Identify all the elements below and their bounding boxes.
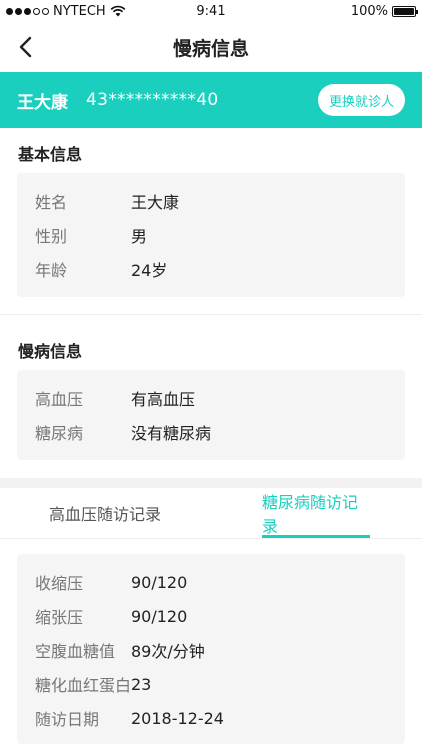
info-label: 性别 <box>35 227 68 246</box>
followup-value: 2018-12-24 <box>131 708 224 728</box>
followup-label: 收缩压 <box>35 574 84 593</box>
status-right: 100% <box>350 3 418 19</box>
info-label: 高血压 <box>35 390 84 409</box>
followup-label: 随访日期 <box>35 710 100 729</box>
status-bar: NYTECH 9:41 100% <box>0 0 422 22</box>
info-row: 糖尿病 没有糖尿病 <box>35 415 405 449</box>
section-divider <box>0 314 422 315</box>
switch-patient-button[interactable]: 更换就诊人 <box>317 84 405 116</box>
signal-dot <box>42 7 49 15</box>
followup-row: 随访日期 2018-12-24 <box>35 701 405 735</box>
followup-value: 90/120 <box>131 606 188 626</box>
signal-dot <box>6 7 13 15</box>
chronic-info-title: 慢病信息 <box>18 342 83 361</box>
followup-row: 缩张压 90/120 <box>35 599 405 633</box>
patient-id: 43**********40 <box>86 90 219 110</box>
carrier-name: NYTECH <box>53 3 106 19</box>
info-row: 性别 男 <box>35 218 405 252</box>
tab-label: 高血压随访记录 <box>48 505 161 524</box>
patient-name: 王大康 <box>17 92 68 113</box>
followup-value: 90/120 <box>131 572 188 592</box>
tabs-divider <box>0 538 422 539</box>
info-row: 姓名 王大康 <box>35 184 405 218</box>
followup-row: 糖化血红蛋白 23 <box>35 667 405 701</box>
section-divider-thick <box>0 478 422 488</box>
info-row: 高血压 有高血压 <box>35 381 405 415</box>
followup-tabs: 高血压随访记录 糖尿病随访记录 <box>0 488 422 538</box>
chevron-left-icon <box>18 36 32 58</box>
signal-dot <box>24 7 31 15</box>
info-value: 男 <box>131 227 148 246</box>
signal-dot <box>33 7 40 15</box>
patient-banner: 王大康 43**********40 更换就诊人 <box>0 72 422 128</box>
tab-hypertension-followup[interactable]: 高血压随访记录 <box>40 488 170 538</box>
followup-value: 89次/分钟 <box>131 642 205 661</box>
battery-fill <box>394 7 414 15</box>
signal-dot <box>15 7 22 15</box>
chronic-info-card: 高血压 有高血压 糖尿病 没有糖尿病 <box>17 370 405 460</box>
wifi-icon <box>110 5 126 17</box>
followup-label: 糖化血红蛋白 <box>35 676 132 695</box>
followup-card: 收缩压 90/120 缩张压 90/120 空腹血糖值 89次/分钟 糖化血红蛋… <box>17 554 405 744</box>
battery-icon <box>392 5 418 17</box>
info-label: 糖尿病 <box>35 424 84 443</box>
info-label: 年龄 <box>35 261 68 280</box>
nav-bar: 慢病信息 <box>0 22 422 72</box>
back-button[interactable] <box>12 34 38 60</box>
basic-info-title: 基本信息 <box>18 145 83 164</box>
followup-row: 收缩压 90/120 <box>35 565 405 599</box>
tab-label: 糖尿病随访记录 <box>262 493 359 536</box>
info-row: 年龄 24岁 <box>35 252 405 286</box>
basic-info-card: 姓名 王大康 性别 男 年龄 24岁 <box>17 173 405 297</box>
followup-row: 空腹血糖值 89次/分钟 <box>35 633 405 667</box>
followup-label: 缩张压 <box>35 608 84 627</box>
info-value: 没有糖尿病 <box>131 424 212 443</box>
page-title: 慢病信息 <box>172 37 249 60</box>
followup-value: 23 <box>131 674 152 694</box>
info-value: 王大康 <box>131 193 180 212</box>
status-left: NYTECH <box>6 4 126 19</box>
followup-label: 空腹血糖值 <box>35 642 116 661</box>
battery-percent: 100% <box>350 3 388 19</box>
tab-diabetes-followup[interactable]: 糖尿病随访记录 <box>262 488 370 538</box>
info-label: 姓名 <box>35 193 68 212</box>
info-value: 有高血压 <box>131 390 196 409</box>
info-value: 24岁 <box>131 261 168 280</box>
signal-strength-icon <box>6 7 49 15</box>
